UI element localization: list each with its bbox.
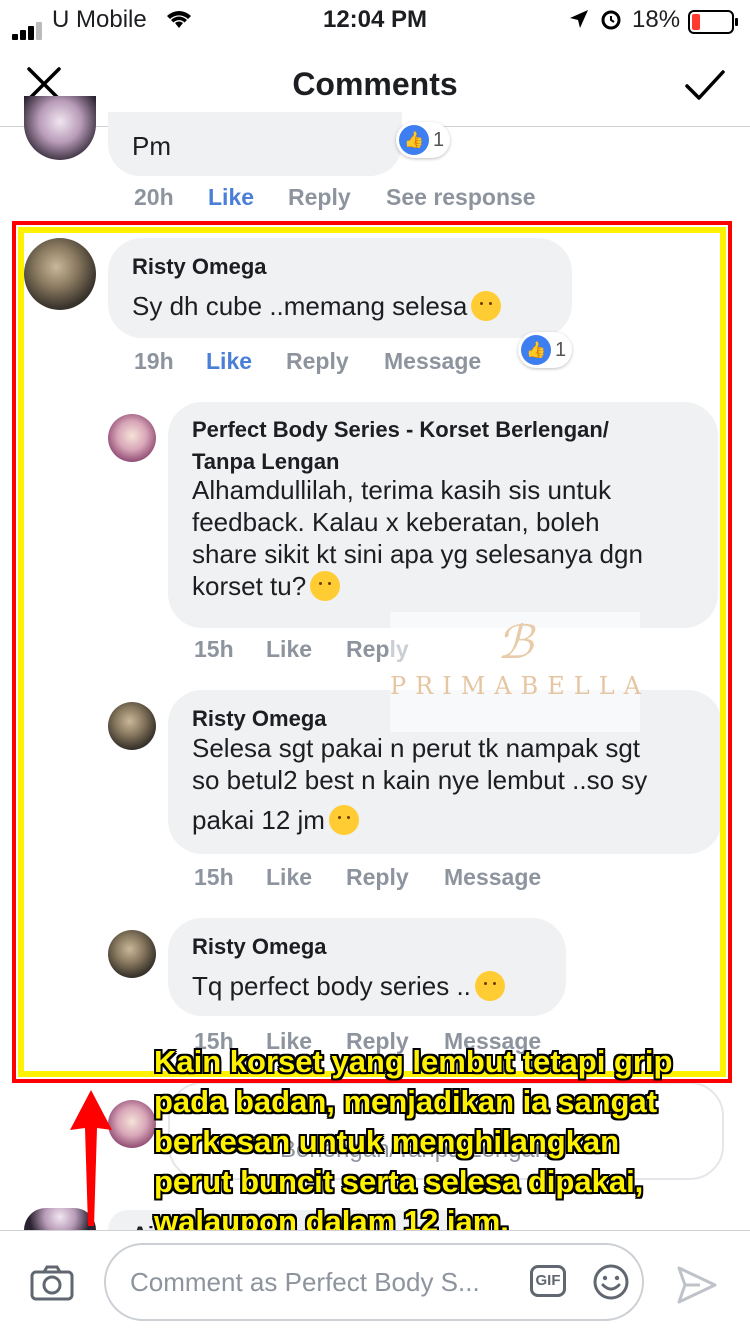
comment-composer: Comment as Perfect Body S... GIF xyxy=(0,1230,750,1335)
location-arrow-icon xyxy=(568,8,590,37)
comment-actions: 20h Like Reply See response xyxy=(134,184,634,212)
comment-time: 20h xyxy=(134,184,174,210)
highlight-frame-yellow xyxy=(18,227,726,1077)
thumbs-up-icon: 👍 xyxy=(399,125,429,155)
arrow-icon xyxy=(66,1088,116,1228)
comment-input[interactable]: Comment as Perfect Body S... GIF xyxy=(104,1243,644,1321)
like-link[interactable]: Like xyxy=(208,184,254,211)
page-title: Comments xyxy=(292,66,458,102)
annotation-text: Kain korset yang lembut tetapi grip pada… xyxy=(154,1044,673,1239)
reply-link[interactable]: Reply xyxy=(288,184,351,211)
comment-bubble: Pm xyxy=(108,112,402,176)
emoji-icon[interactable] xyxy=(592,1263,630,1301)
battery-percent: 18% xyxy=(632,6,681,33)
comment-placeholder: Comment as Perfect Body S... xyxy=(130,1267,480,1297)
reaction-count[interactable]: 👍 1 xyxy=(396,122,451,158)
checkmark-icon[interactable] xyxy=(684,68,726,102)
alarm-icon xyxy=(600,8,622,37)
send-icon[interactable] xyxy=(676,1265,718,1305)
see-response-link[interactable]: See response xyxy=(386,184,536,211)
avatar[interactable] xyxy=(24,96,96,160)
gif-button[interactable]: GIF xyxy=(530,1265,566,1297)
battery-icon xyxy=(688,10,740,41)
camera-icon[interactable] xyxy=(30,1265,74,1301)
status-bar: U Mobile 12:04 PM 18% xyxy=(0,0,750,40)
comment-text: Pm xyxy=(132,131,171,161)
